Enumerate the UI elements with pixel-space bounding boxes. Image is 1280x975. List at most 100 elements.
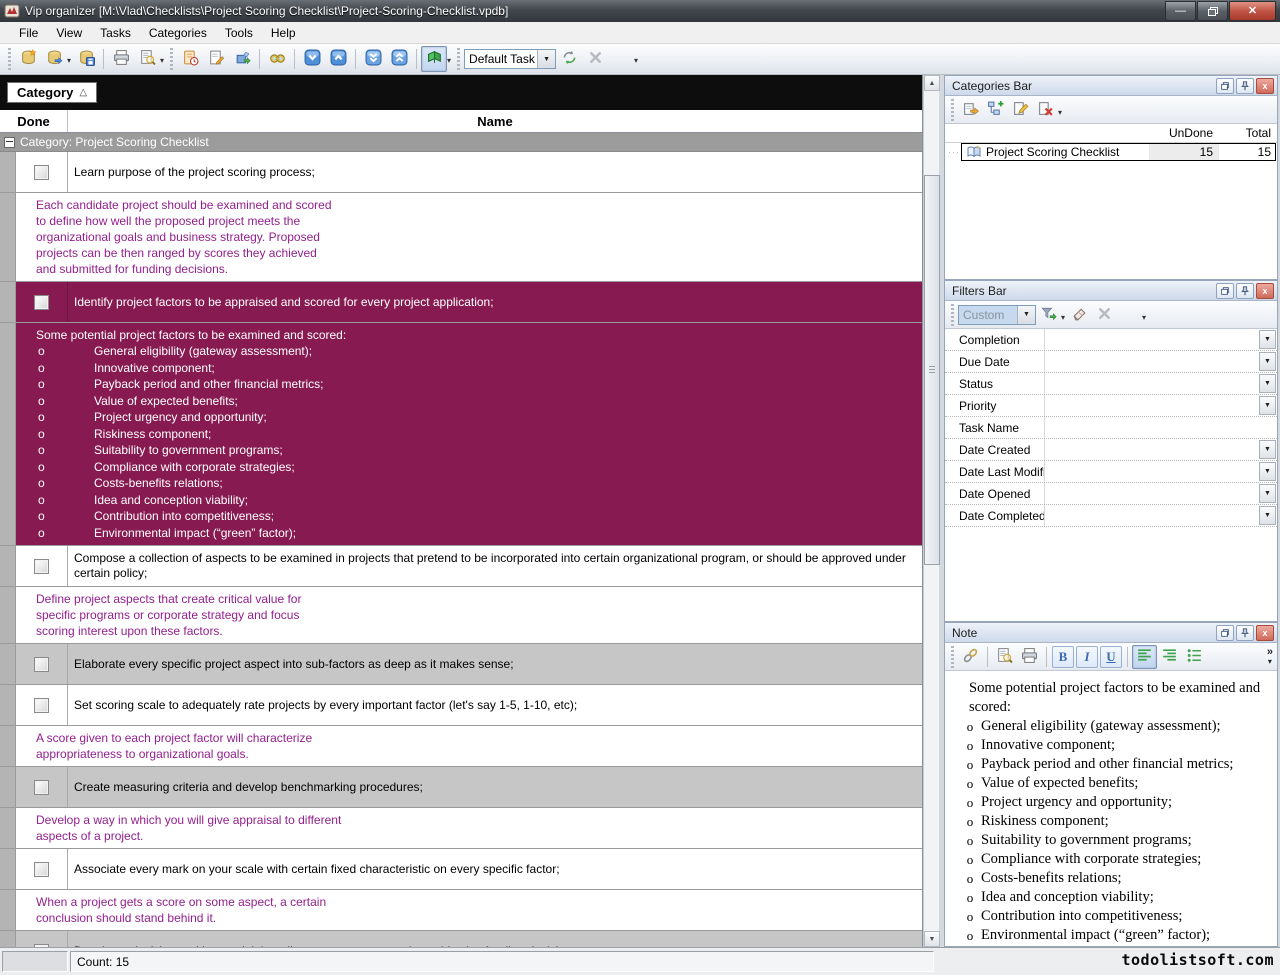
- column-header-done[interactable]: Done: [0, 110, 68, 132]
- menu-help[interactable]: Help: [262, 24, 305, 42]
- menu-categories[interactable]: Categories: [140, 24, 216, 42]
- group-by-category-button[interactable]: Category △: [7, 82, 97, 103]
- print-preview-button[interactable]: [992, 645, 1017, 669]
- task-checkbox[interactable]: [34, 657, 49, 672]
- task-checkbox[interactable]: [34, 780, 49, 795]
- filter-dropdown-icon[interactable]: ▼: [1259, 330, 1276, 349]
- task-checkbox[interactable]: [34, 862, 49, 877]
- filter-value-field[interactable]: [1045, 461, 1259, 482]
- categories-restore-button[interactable]: [1216, 78, 1234, 94]
- filter-dropdown-icon[interactable]: ▼: [1259, 440, 1276, 459]
- bold-button[interactable]: B: [1052, 646, 1074, 668]
- categories-close-button[interactable]: x: [1256, 78, 1274, 94]
- task-row[interactable]: Set scoring scale to adequately rate pro…: [0, 685, 922, 726]
- task-note-row[interactable]: A score given to each project factor wil…: [0, 726, 922, 767]
- task-checkbox[interactable]: [34, 559, 49, 574]
- complete-task-button[interactable]: [229, 46, 255, 72]
- column-header-total[interactable]: Total: [1219, 126, 1277, 140]
- note-restore-button[interactable]: [1216, 625, 1234, 641]
- insert-link-button[interactable]: [958, 645, 983, 669]
- task-note-row[interactable]: Define project aspects that create criti…: [0, 587, 922, 644]
- task-checkbox[interactable]: [34, 698, 49, 713]
- task-note-row[interactable]: Develop a way in which you will give app…: [0, 808, 922, 849]
- task-type-combobox[interactable]: Default Task▼: [464, 49, 556, 69]
- open-database-button[interactable]: [41, 46, 67, 72]
- filter-dropdown-icon[interactable]: ▼: [1259, 374, 1276, 393]
- filter-load-button[interactable]: [1036, 303, 1061, 327]
- task-row[interactable]: Develop a decision-making model that all…: [0, 931, 922, 947]
- open-database-dropdown-icon[interactable]: ▾: [67, 50, 71, 65]
- task-row[interactable]: Compose a collection of aspects to be ex…: [0, 546, 922, 587]
- bullet-list-button[interactable]: [1182, 645, 1207, 669]
- scroll-down-icon[interactable]: ▼: [924, 931, 940, 947]
- filters-restore-button[interactable]: [1216, 283, 1234, 299]
- delete-disabled-button[interactable]: [582, 46, 608, 72]
- move-down-button[interactable]: [299, 46, 325, 72]
- filter-value-field[interactable]: [1045, 417, 1277, 438]
- filter-delete-button[interactable]: [1092, 303, 1117, 327]
- category-item-row[interactable]: ····Project Scoring Checklist1515: [945, 143, 1277, 161]
- task-note-row[interactable]: Each candidate project should be examine…: [0, 193, 922, 282]
- restore-button[interactable]: [1197, 1, 1228, 21]
- move-up-button[interactable]: [325, 46, 351, 72]
- filter-value-field[interactable]: [1045, 373, 1259, 394]
- task-row[interactable]: Elaborate every specific project aspect …: [0, 644, 922, 685]
- scroll-up-icon[interactable]: ▲: [924, 75, 940, 91]
- categories-pin-button[interactable]: [1236, 78, 1254, 94]
- note-content[interactable]: Some potential project factors to be exa…: [945, 671, 1277, 945]
- task-row[interactable]: Identify project factors to be appraised…: [0, 282, 922, 323]
- filter-value-field[interactable]: [1045, 351, 1259, 372]
- task-note-row[interactable]: When a project gets a score on some aspe…: [0, 890, 922, 931]
- new-subcategory-button[interactable]: [983, 98, 1008, 122]
- expand-all-button[interactable]: [360, 46, 386, 72]
- filter-dropdown-icon[interactable]: ▼: [1259, 396, 1276, 415]
- filter-dropdown-icon[interactable]: ▼: [1259, 462, 1276, 481]
- note-pin-button[interactable]: [1236, 625, 1254, 641]
- filter-value-field[interactable]: [1045, 395, 1259, 416]
- filters-pin-button[interactable]: [1236, 283, 1254, 299]
- menu-file[interactable]: File: [10, 24, 47, 42]
- menu-tools[interactable]: Tools: [216, 24, 262, 42]
- delete-category-dropdown-icon[interactable]: ▾: [1058, 102, 1062, 117]
- print-preview-button[interactable]: [134, 46, 160, 72]
- apply-task-type-button[interactable]: [556, 46, 582, 72]
- more-button[interactable]: [608, 46, 634, 72]
- collapse-all-button[interactable]: [386, 46, 412, 72]
- task-row[interactable]: Learn purpose of the project scoring pro…: [0, 152, 922, 193]
- close-button[interactable]: ✕: [1229, 1, 1276, 21]
- delete-category-button[interactable]: [1033, 98, 1058, 122]
- filter-dropdown-icon[interactable]: ▼: [1259, 352, 1276, 371]
- task-row[interactable]: Associate every mark on your scale with …: [0, 849, 922, 890]
- filter-preset-combobox[interactable]: Custom ▼: [958, 305, 1036, 325]
- underline-button[interactable]: U: [1100, 646, 1122, 668]
- new-database-button[interactable]: [15, 46, 41, 72]
- vertical-scrollbar[interactable]: ▲ ▼: [923, 75, 939, 947]
- task-checkbox[interactable]: [34, 295, 49, 310]
- task-checkbox[interactable]: [34, 165, 49, 180]
- minimize-button[interactable]: —: [1165, 1, 1196, 21]
- new-task-button[interactable]: [177, 46, 203, 72]
- filter-value-field[interactable]: [1045, 505, 1259, 526]
- task-type-dropdown-icon[interactable]: ▼: [537, 50, 555, 68]
- more-dropdown-icon[interactable]: ▾: [634, 50, 638, 65]
- filter-clear-button[interactable]: [1067, 303, 1092, 327]
- italic-button[interactable]: I: [1076, 646, 1098, 668]
- filter-dropdown-icon[interactable]: ▼: [1259, 506, 1276, 525]
- note-close-button[interactable]: x: [1256, 625, 1274, 641]
- edit-task-button[interactable]: [203, 46, 229, 72]
- save-database-button[interactable]: [73, 46, 99, 72]
- task-note-row[interactable]: Some potential project factors to be exa…: [0, 323, 922, 546]
- edit-category-button[interactable]: [1008, 98, 1033, 122]
- align-left-button[interactable]: [1132, 645, 1157, 669]
- view-notes-dropdown-icon[interactable]: ▾: [447, 50, 451, 65]
- new-category-button[interactable]: [958, 98, 983, 122]
- find-button[interactable]: [264, 46, 290, 72]
- filter-value-field[interactable]: [1045, 439, 1259, 460]
- filter-preset-dropdown-icon[interactable]: ▼: [1017, 306, 1035, 324]
- more-dropdown-icon[interactable]: ▾: [1142, 307, 1146, 322]
- task-row[interactable]: Create measuring criteria and develop be…: [0, 767, 922, 808]
- scrollbar-thumb[interactable]: [924, 175, 940, 565]
- view-notes-button[interactable]: [421, 46, 447, 72]
- filter-dropdown-icon[interactable]: ▼: [1259, 484, 1276, 503]
- column-header-name[interactable]: Name: [68, 110, 922, 132]
